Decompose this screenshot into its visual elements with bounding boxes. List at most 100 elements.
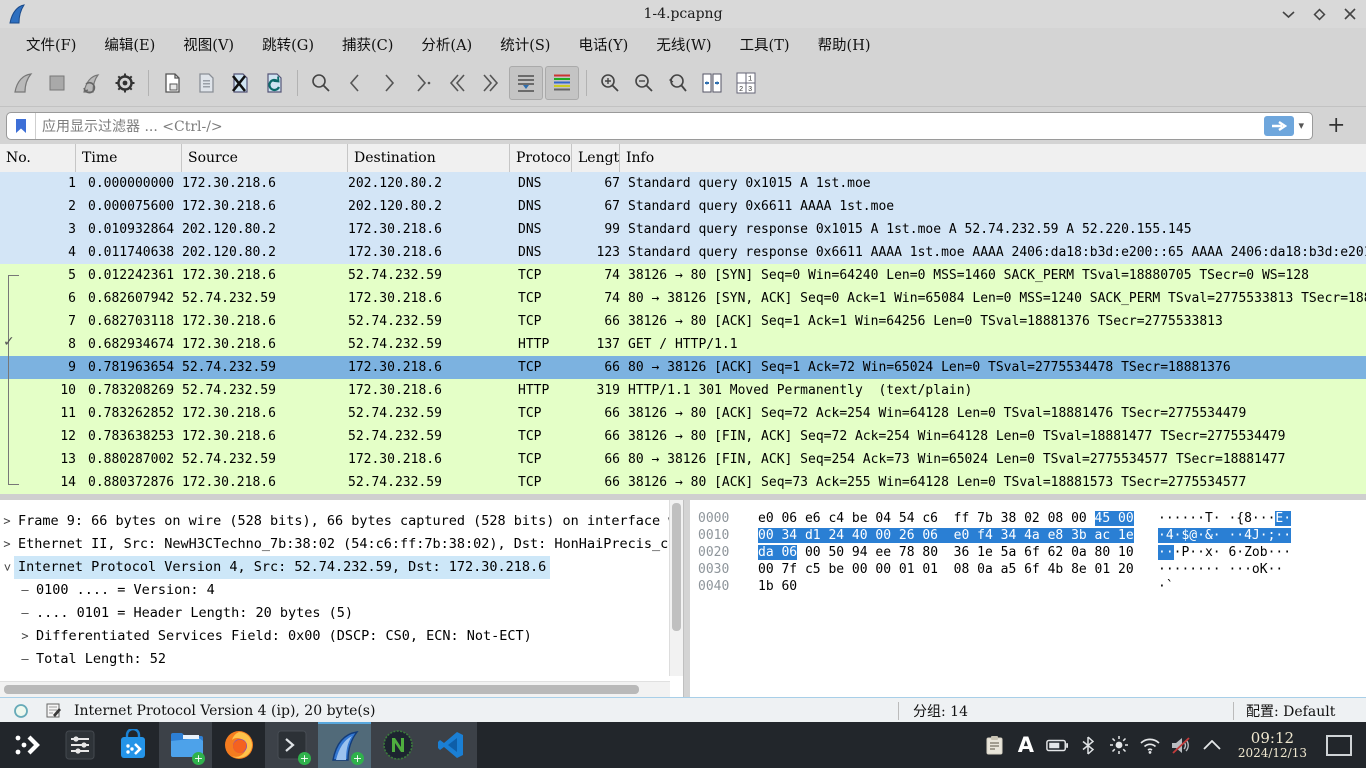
detail-line[interactable]: >Frame 9: 66 bytes on wire (528 bits), 6…	[0, 510, 683, 533]
menu-无线(W)[interactable]: 无线(W)	[642, 30, 725, 59]
taskbar-software-store[interactable]	[106, 722, 159, 768]
zoom-out-button[interactable]	[628, 67, 660, 99]
menu-工具(T)[interactable]: 工具(T)	[726, 30, 804, 59]
packet-row[interactable]: 50.012242361172.30.218.652.74.232.59TCP7…	[0, 264, 1366, 287]
brightness-icon[interactable]	[1108, 734, 1130, 756]
menu-分析(A)[interactable]: 分析(A)	[407, 30, 486, 59]
details-horizontal-scrollbar[interactable]	[0, 681, 670, 697]
expander-icon[interactable]: >	[0, 510, 14, 533]
detail-line[interactable]: –Total Length: 52	[0, 648, 683, 671]
menu-编辑(E)[interactable]: 编辑(E)	[90, 30, 169, 59]
input-method-icon[interactable]: A	[1015, 734, 1037, 756]
go-first-packet-button[interactable]	[441, 67, 473, 99]
add-filter-button[interactable]: +	[1327, 113, 1345, 138]
start-capture-button[interactable]	[7, 67, 39, 99]
menu-跳转(G)[interactable]: 跳转(G)	[248, 30, 328, 59]
column-header-info[interactable]: Info	[620, 144, 1366, 172]
detail-line[interactable]: –.... 0101 = Header Length: 20 bytes (5)	[0, 602, 683, 625]
packet-row[interactable]: 80.682934674172.30.218.652.74.232.59HTTP…	[0, 333, 1366, 356]
packet-row[interactable]: 140.880372876172.30.218.652.74.232.59TCP…	[0, 471, 1366, 494]
restart-capture-button[interactable]	[75, 67, 107, 99]
column-header-no[interactable]: No.	[0, 144, 76, 172]
go-back-button[interactable]	[339, 67, 371, 99]
reload-file-button[interactable]	[258, 67, 290, 99]
menu-视图(V)[interactable]: 视图(V)	[169, 30, 248, 59]
taskbar-wireshark[interactable]: +	[318, 722, 371, 768]
hex-row[interactable]: 0000e0 06 e6 c4 be 04 54 c6 ff 7b 38 02 …	[690, 510, 1366, 527]
packet-row[interactable]: 120.783638253172.30.218.652.74.232.59TCP…	[0, 425, 1366, 448]
packet-row[interactable]: 30.010932864202.120.80.2172.30.218.6DNS9…	[0, 218, 1366, 241]
detail-line[interactable]: –0100 .... = Version: 4	[0, 579, 683, 602]
menu-捕获(C)[interactable]: 捕获(C)	[328, 30, 407, 59]
zoom-reset-button[interactable]	[662, 67, 694, 99]
status-packet-count[interactable]: 分组: 14	[899, 701, 1233, 721]
filter-dropdown-caret[interactable]: ▾	[1298, 119, 1304, 132]
detail-line[interactable]: >Internet Protocol Version 4, Src: 52.74…	[0, 556, 683, 579]
packet-row[interactable]: 90.78196365452.74.232.59172.30.218.6TCP6…	[0, 356, 1366, 379]
expander-icon[interactable]: >	[0, 533, 14, 556]
display-filter-input[interactable]: 应用显示过滤器 ... <Ctrl-/> ▾	[6, 112, 1313, 140]
taskbar-system-settings[interactable]	[53, 722, 106, 768]
hex-row[interactable]: 001000 34 d1 24 40 00 26 06 e0 f4 34 4a …	[690, 527, 1366, 544]
packet-bytes-pane[interactable]: 0000e0 06 e6 c4 be 04 54 c6 ff 7b 38 02 …	[690, 500, 1366, 697]
packet-row[interactable]: 20.000075600172.30.218.6202.120.80.2DNS6…	[0, 195, 1366, 218]
column-header-time[interactable]: Time	[76, 144, 182, 172]
packet-row[interactable]: 130.88028700252.74.232.59172.30.218.6TCP…	[0, 448, 1366, 471]
detail-line[interactable]: >Ethernet II, Src: NewH3CTechno_7b:38:02…	[0, 533, 683, 556]
taskbar-terminal[interactable]: +	[265, 722, 318, 768]
hex-row[interactable]: 0020da 06 00 50 94 ee 78 80 36 1e 5a 6f …	[690, 544, 1366, 561]
wifi-icon[interactable]	[1139, 734, 1161, 756]
packet-row[interactable]: 70.682703118172.30.218.652.74.232.59TCP6…	[0, 310, 1366, 333]
capture-options-button[interactable]	[109, 67, 141, 99]
clipboard-icon[interactable]	[984, 734, 1006, 756]
detail-line[interactable]: >Differentiated Services Field: 0x00 (DS…	[0, 625, 683, 648]
resize-columns-button[interactable]	[696, 67, 728, 99]
colorize-packets-button[interactable]	[545, 66, 579, 100]
bluetooth-icon[interactable]	[1077, 734, 1099, 756]
taskbar-file-manager[interactable]: +	[159, 722, 212, 768]
volume-muted-icon[interactable]	[1170, 734, 1192, 756]
close-file-button[interactable]	[224, 67, 256, 99]
scrollbar-thumb[interactable]	[672, 503, 681, 631]
hex-row[interactable]: 003000 7f c5 be 00 00 01 01 08 0a a5 6f …	[690, 561, 1366, 578]
maximize-button[interactable]	[1313, 8, 1326, 21]
expander-icon[interactable]: >	[18, 625, 32, 648]
column-header-destination[interactable]: Destination	[348, 144, 510, 172]
packet-row[interactable]: 110.783262852172.30.218.652.74.232.59TCP…	[0, 402, 1366, 425]
scrollbar-thumb[interactable]	[4, 685, 639, 694]
find-packet-button[interactable]	[305, 67, 337, 99]
packet-row[interactable]: 40.011740638202.120.80.2172.30.218.6DNS1…	[0, 241, 1366, 264]
open-file-button[interactable]	[156, 67, 188, 99]
apply-filter-button[interactable]	[1264, 116, 1294, 136]
go-last-packet-button[interactable]	[475, 67, 507, 99]
packet-row[interactable]: 10.000000000172.30.218.6202.120.80.2DNS6…	[0, 172, 1366, 195]
menu-帮助(H)[interactable]: 帮助(H)	[804, 30, 885, 59]
menu-文件(F)[interactable]: 文件(F)	[12, 30, 90, 59]
details-vertical-scrollbar[interactable]	[669, 500, 683, 676]
filter-bookmark-icon[interactable]	[7, 113, 36, 139]
taskbar-firefox[interactable]	[212, 722, 265, 768]
battery-icon[interactable]	[1046, 734, 1068, 756]
number-columns-button[interactable]: 123	[730, 67, 762, 99]
stop-capture-button[interactable]	[41, 67, 73, 99]
hex-row[interactable]: 00401b 60·`	[690, 578, 1366, 595]
go-forward-button[interactable]	[373, 67, 405, 99]
close-button[interactable]	[1344, 8, 1356, 20]
column-header-length[interactable]: Lengtl	[572, 144, 620, 172]
column-header-source[interactable]: Source	[182, 144, 348, 172]
minimize-button[interactable]	[1282, 10, 1295, 19]
taskbar-clock[interactable]: 09:12 2024/12/13	[1238, 730, 1307, 760]
taskbar-vscode[interactable]	[424, 722, 477, 768]
menu-电话(Y)[interactable]: 电话(Y)	[564, 30, 642, 59]
expander-icon[interactable]: >	[0, 561, 19, 575]
taskbar-neovim[interactable]	[371, 722, 424, 768]
capture-comment-icon[interactable]	[42, 700, 64, 722]
status-profile[interactable]: 配置: Default	[1234, 701, 1366, 721]
packet-row[interactable]: 60.68260794252.74.232.59172.30.218.6TCP7…	[0, 287, 1366, 310]
expert-info-icon[interactable]	[10, 700, 32, 722]
packet-row[interactable]: 100.78320826952.74.232.59172.30.218.6HTT…	[0, 379, 1366, 402]
taskbar-app-launcher[interactable]	[0, 722, 53, 768]
zoom-in-button[interactable]	[594, 67, 626, 99]
auto-scroll-button[interactable]	[509, 66, 543, 100]
column-header-protocol[interactable]: Protocol	[510, 144, 572, 172]
